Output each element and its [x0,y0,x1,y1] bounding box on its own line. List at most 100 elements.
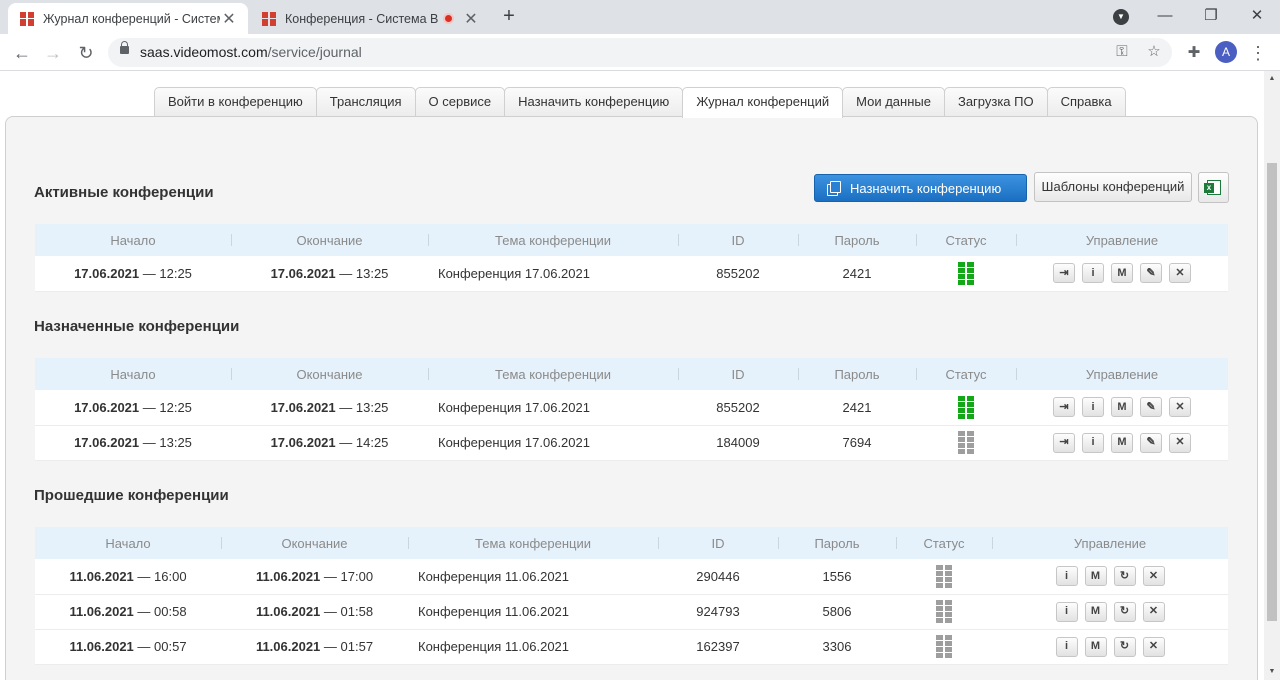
mail-icon[interactable]: M [1111,432,1133,453]
delete-icon[interactable]: ✕ [1169,397,1191,418]
topic-cell: Конференция 11.06.2021 [408,594,658,630]
back-button[interactable]: ← [9,40,35,66]
repeat-icon[interactable]: ↻ [1113,566,1136,587]
actions-cell: ⇥ i M ✎ ✕ [1016,425,1228,461]
browser-tab-strip: Журнал конференций - Систем ✕ Конференци… [0,0,1280,34]
browser-tab-journal[interactable]: Журнал конференций - Систем ✕ [8,3,248,34]
info-icon[interactable]: i [1055,601,1078,622]
mail-icon[interactable]: M [1111,397,1133,418]
window-close-button[interactable]: ✕ [1242,4,1272,28]
actions-cell: ⇥ i M ✎ ✕ [1016,390,1228,426]
extensions-icon[interactable]: ✚ [1181,40,1207,66]
tab-my-data[interactable]: Мои данные [842,87,945,117]
delete-icon[interactable]: ✕ [1142,566,1165,587]
maximize-button[interactable]: ❐ [1196,4,1226,28]
start-cell: 11.06.2021 — 16:00 [35,559,221,595]
reload-button[interactable]: ↻ [73,40,99,66]
delete-icon[interactable]: ✕ [1169,263,1191,284]
address-bar[interactable]: saas.videomost.com/service/journal ⚿ ☆ [108,38,1172,67]
info-icon[interactable]: i [1082,432,1104,453]
browser-tab-title: Конференция - Система ВК [285,11,439,26]
minimize-button[interactable]: — [1150,4,1180,28]
tab-help[interactable]: Справка [1046,87,1126,117]
column-header-password: Пароль [798,358,916,390]
join-icon[interactable]: ⇥ [1053,432,1075,453]
schedule-conference-button[interactable]: Назначить конференцию [814,174,1027,202]
topic-cell: Конференция 17.06.2021 [428,390,678,426]
edit-icon[interactable]: ✎ [1140,432,1162,453]
topic-cell: Конференция 17.06.2021 [428,425,678,461]
delete-icon[interactable]: ✕ [1142,601,1165,622]
close-tab-icon[interactable]: ✕ [220,9,238,29]
forward-button[interactable]: → [40,40,66,66]
key-icon[interactable]: ⚿ [1111,41,1133,63]
id-cell: 162397 [658,629,778,665]
edit-icon[interactable]: ✎ [1140,397,1162,418]
browser-menu-icon[interactable]: ⋮ [1245,40,1271,66]
tab-broadcast[interactable]: Трансляция [315,87,416,117]
repeat-icon[interactable]: ↻ [1113,601,1136,622]
past-conferences-table: Начало Окончание Тема конференции ID Пар… [35,527,1228,665]
site-nav-tabs: Войти в конференцию Трансляция О сервисе… [154,87,1126,118]
info-icon[interactable]: i [1055,636,1078,657]
status-active-icon [958,395,974,419]
topic-cell: Конференция 17.06.2021 [428,256,678,292]
info-icon[interactable]: i [1082,397,1104,418]
templates-button[interactable]: Шаблоны конференций [1034,172,1192,202]
status-cell [916,425,1016,461]
start-cell: 17.06.2021 — 13:25 [35,425,231,461]
mail-icon[interactable]: M [1084,601,1107,622]
table-row: 11.06.2021 — 16:00 11.06.2021 — 17:00 Ко… [35,559,1228,595]
new-tab-button[interactable]: + [498,5,520,27]
delete-icon[interactable]: ✕ [1142,636,1165,657]
password-cell: 1556 [778,559,896,595]
tab-downloads[interactable]: Загрузка ПО [943,87,1048,117]
info-icon[interactable]: i [1055,566,1078,587]
delete-icon[interactable]: ✕ [1169,432,1191,453]
active-conferences-table: Начало Окончание Тема конференции ID Пар… [35,224,1228,292]
start-cell: 11.06.2021 — 00:58 [35,594,221,630]
edit-icon[interactable]: ✎ [1140,263,1162,284]
profile-avatar[interactable]: A [1215,41,1237,63]
scrollbar-thumb[interactable] [1267,163,1277,621]
tab-about[interactable]: О сервисе [414,87,506,117]
actions-cell: i M ↻ ✕ [992,594,1228,630]
tab-schedule[interactable]: Назначить конференцию [504,87,684,117]
table-row: 11.06.2021 — 00:58 11.06.2021 — 01:58 Ко… [35,594,1228,630]
bookmark-star-icon[interactable]: ☆ [1143,41,1165,63]
start-cell: 17.06.2021 — 12:25 [35,390,231,426]
past-section-title: Прошедшие конференции [34,487,229,504]
close-tab-icon[interactable]: ✕ [462,9,480,29]
browser-tab-conference[interactable]: Конференция - Система ВК ✕ [250,3,490,34]
table-row: 17.06.2021 — 12:25 17.06.2021 — 13:25 Ко… [35,256,1228,292]
column-header-actions: Управление [1016,224,1228,256]
page-scrollbar[interactable]: ▲ ▼ [1264,71,1280,680]
mail-icon[interactable]: M [1084,636,1107,657]
browser-tab-title: Журнал конференций - Систем [43,11,220,26]
tab-search-icon[interactable]: ▼ [1113,9,1129,25]
export-excel-button[interactable] [1198,172,1229,203]
join-icon[interactable]: ⇥ [1053,397,1075,418]
column-header-id: ID [678,358,798,390]
status-cell [916,390,1016,426]
mail-icon[interactable]: M [1084,566,1107,587]
schedule-conference-label: Назначить конференцию [850,180,1002,196]
status-inactive-icon [936,635,952,658]
tab-join-conference[interactable]: Войти в конференцию [154,87,317,117]
scroll-down-icon[interactable]: ▼ [1264,664,1280,680]
column-header-status: Статус [896,527,992,559]
info-icon[interactable]: i [1082,263,1104,284]
topic-cell: Конференция 11.06.2021 [408,559,658,595]
id-cell: 924793 [658,594,778,630]
join-icon[interactable]: ⇥ [1053,263,1075,284]
scroll-up-icon[interactable]: ▲ [1264,71,1280,87]
table-row: 17.06.2021 — 13:25 17.06.2021 — 14:25 Ко… [35,425,1228,461]
password-cell: 3306 [778,629,896,665]
column-header-end: Окончание [231,224,428,256]
column-header-password: Пароль [798,224,916,256]
tab-journal[interactable]: Журнал конференций [682,87,844,118]
repeat-icon[interactable]: ↻ [1113,636,1136,657]
status-cell [896,559,992,595]
excel-icon [1204,180,1221,195]
mail-icon[interactable]: M [1111,263,1133,284]
